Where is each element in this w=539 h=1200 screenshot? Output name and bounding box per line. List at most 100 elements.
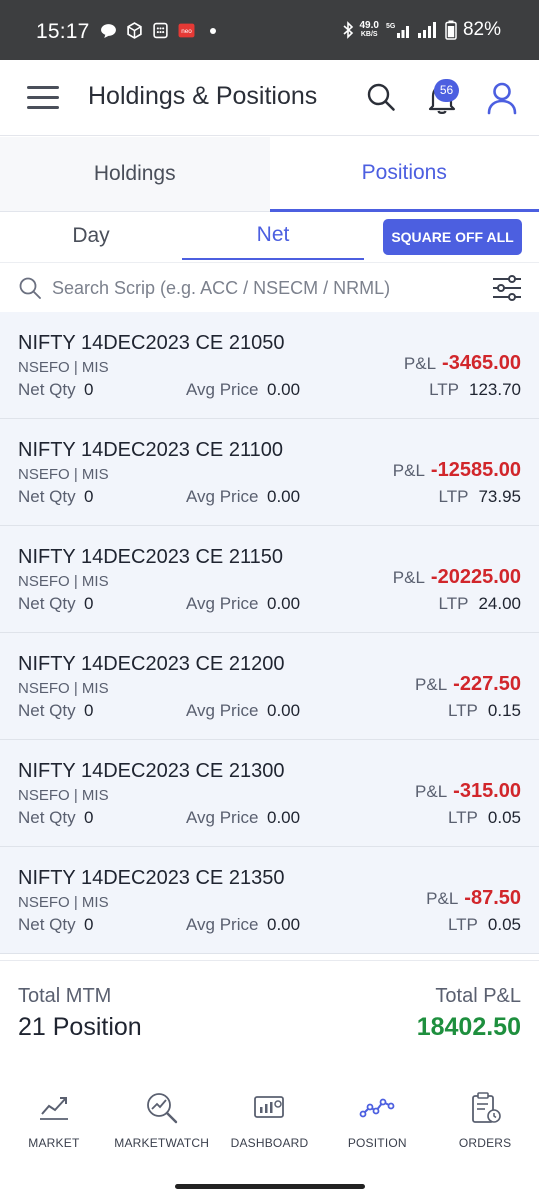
total-mtm-label: Total MTM bbox=[18, 985, 112, 1007]
status-bar: 15:17 neo 49.0 KB/S 5G 82% bbox=[0, 0, 539, 60]
net-qty-value: 0 bbox=[84, 915, 94, 934]
pnl-value: -315.00 bbox=[453, 780, 521, 802]
net-qty-label: Net Qty bbox=[18, 915, 76, 934]
exchange-product: NSEFO | MIS bbox=[18, 573, 109, 590]
ltp-value: 73.95 bbox=[478, 487, 521, 506]
nav-market[interactable]: MARKET bbox=[0, 1076, 108, 1176]
nav-marketwatch[interactable]: MARKETWATCH bbox=[108, 1076, 216, 1176]
network-speed: 49.0 KB/S bbox=[360, 21, 379, 39]
sub-tabs: Day Net SQUARE OFF ALL bbox=[0, 212, 539, 262]
status-system-icons: 49.0 KB/S 5G 82% bbox=[342, 19, 501, 41]
ltp-label: LTP bbox=[438, 594, 469, 613]
ltp: LTP 0.15 bbox=[448, 701, 521, 721]
total-pnl-value: 18402.50 bbox=[416, 1013, 521, 1041]
net-qty-label: Net Qty bbox=[18, 487, 76, 506]
exchange-product: NSEFO | MIS bbox=[18, 359, 109, 376]
nav-dashboard-label: DASHBOARD bbox=[230, 1136, 309, 1150]
pnl-label: P&L bbox=[415, 675, 448, 694]
gesture-bar[interactable] bbox=[175, 1184, 365, 1189]
nav-position[interactable]: POSITION bbox=[323, 1076, 431, 1176]
avg-price-label: Avg Price bbox=[186, 487, 259, 506]
search-icon bbox=[19, 277, 41, 299]
position-row[interactable]: NIFTY 14DEC2023 CE 21050 NSEFO | MIS Net… bbox=[0, 312, 539, 419]
exchange-product: NSEFO | MIS bbox=[18, 894, 109, 911]
menu-button[interactable] bbox=[27, 86, 59, 110]
scrip-name: NIFTY 14DEC2023 CE 21300 bbox=[18, 760, 285, 782]
avg-price-label: Avg Price bbox=[186, 701, 259, 720]
pnl-value: -87.50 bbox=[464, 887, 521, 909]
scrip-name: NIFTY 14DEC2023 CE 21150 bbox=[18, 546, 283, 568]
orders-clipboard-icon bbox=[472, 1092, 501, 1123]
battery-icon bbox=[445, 20, 457, 40]
trend-chart-icon bbox=[39, 1097, 68, 1120]
menu-icon-line bbox=[27, 86, 59, 89]
net-qty-label: Net Qty bbox=[18, 701, 76, 720]
scrip-name: NIFTY 14DEC2023 CE 21100 bbox=[18, 439, 283, 461]
net-qty-label: Net Qty bbox=[18, 808, 76, 827]
position-row[interactable]: NIFTY 14DEC2023 CE 21200 NSEFO | MIS Net… bbox=[0, 633, 539, 740]
scrip-name: NIFTY 14DEC2023 CE 21200 bbox=[18, 653, 285, 675]
tab-day[interactable]: Day bbox=[0, 212, 182, 260]
main-tabs: Holdings Positions bbox=[0, 137, 539, 212]
pnl: P&L -227.50 bbox=[415, 673, 521, 696]
ltp-label: LTP bbox=[447, 701, 478, 720]
nav-marketwatch-label: MARKETWATCH bbox=[114, 1136, 210, 1150]
pnl-label: P&L bbox=[392, 461, 425, 480]
position-row[interactable]: NIFTY 14DEC2023 CE 21350 NSEFO | MIS Net… bbox=[0, 847, 539, 954]
square-off-all-button[interactable]: SQUARE OFF ALL bbox=[383, 219, 522, 255]
tab-holdings[interactable]: Holdings bbox=[0, 137, 270, 212]
net-qty-label: Net Qty bbox=[18, 380, 76, 399]
net-qty-value: 0 bbox=[84, 701, 94, 720]
pnl: P&L -315.00 bbox=[415, 780, 521, 803]
pnl-label: P&L bbox=[426, 889, 459, 908]
pnl-value: -12585.00 bbox=[430, 459, 521, 481]
nav-position-label: POSITION bbox=[347, 1136, 407, 1150]
more-notifications-dot bbox=[210, 27, 216, 34]
pnl: P&L -12585.00 bbox=[393, 459, 521, 482]
pnl-value: -227.50 bbox=[453, 673, 521, 695]
menu-icon-line bbox=[27, 106, 59, 109]
neo-app-icon: neo bbox=[178, 23, 195, 38]
pnl: P&L -3465.00 bbox=[404, 352, 521, 375]
network-speed-unit: KB/S bbox=[360, 31, 378, 38]
ltp: LTP 73.95 bbox=[439, 487, 521, 507]
position-row[interactable]: NIFTY 14DEC2023 CE 21150 NSEFO | MIS Net… bbox=[0, 526, 539, 633]
nav-market-label: MARKET bbox=[28, 1136, 80, 1150]
position-count: 21 Position bbox=[18, 1013, 142, 1041]
ltp-label: LTP bbox=[429, 380, 459, 399]
status-notification-icons: neo bbox=[100, 22, 216, 39]
nav-dashboard[interactable]: DASHBOARD bbox=[216, 1076, 324, 1176]
scrip-name: NIFTY 14DEC2023 CE 21050 bbox=[18, 332, 285, 354]
net-qty-value: 0 bbox=[84, 594, 94, 613]
app-header: Holdings & Positions bbox=[0, 60, 539, 136]
filter-sliders-icon[interactable] bbox=[491, 274, 523, 302]
tab-positions[interactable]: Positions bbox=[269, 137, 539, 212]
scrip-name: NIFTY 14DEC2023 CE 21350 bbox=[18, 867, 285, 889]
ltp-value: 24.00 bbox=[478, 594, 521, 613]
ltp: LTP 0.05 bbox=[448, 808, 521, 828]
avg-price-value: 0.00 bbox=[267, 594, 301, 613]
position-row[interactable]: NIFTY 14DEC2023 CE 21100 NSEFO | MIS Net… bbox=[0, 419, 539, 526]
position-row[interactable]: NIFTY 14DEC2023 CE 21300 NSEFO | MIS Net… bbox=[0, 740, 539, 847]
menu-icon-line bbox=[27, 96, 59, 99]
net-qty-value: 0 bbox=[84, 487, 94, 506]
tab-net[interactable]: Net bbox=[182, 212, 364, 260]
cube-icon bbox=[127, 22, 142, 39]
pnl: P&L -87.50 bbox=[426, 887, 521, 910]
search-input[interactable] bbox=[52, 273, 472, 303]
search-icon[interactable] bbox=[366, 82, 396, 112]
ltp-value: 123.70 bbox=[469, 380, 521, 399]
nav-orders[interactable]: ORDERS bbox=[431, 1076, 539, 1176]
user-profile-icon[interactable] bbox=[486, 81, 518, 115]
ltp: LTP 24.00 bbox=[439, 594, 521, 614]
positions-summary: Total MTM 21 Position Total P&L 18402.50 bbox=[0, 960, 539, 1075]
avg-price-label: Avg Price bbox=[186, 594, 259, 613]
avg-price-value: 0.00 bbox=[267, 701, 301, 720]
notification-count-badge: 56 bbox=[434, 79, 459, 102]
avg-price-label: Avg Price bbox=[186, 380, 259, 399]
ltp-value: 0.15 bbox=[487, 701, 521, 720]
dashboard-icon bbox=[254, 1096, 285, 1118]
search-bar bbox=[0, 262, 539, 312]
avg-price-label: Avg Price bbox=[186, 808, 259, 827]
position-graph-icon bbox=[359, 1098, 395, 1118]
